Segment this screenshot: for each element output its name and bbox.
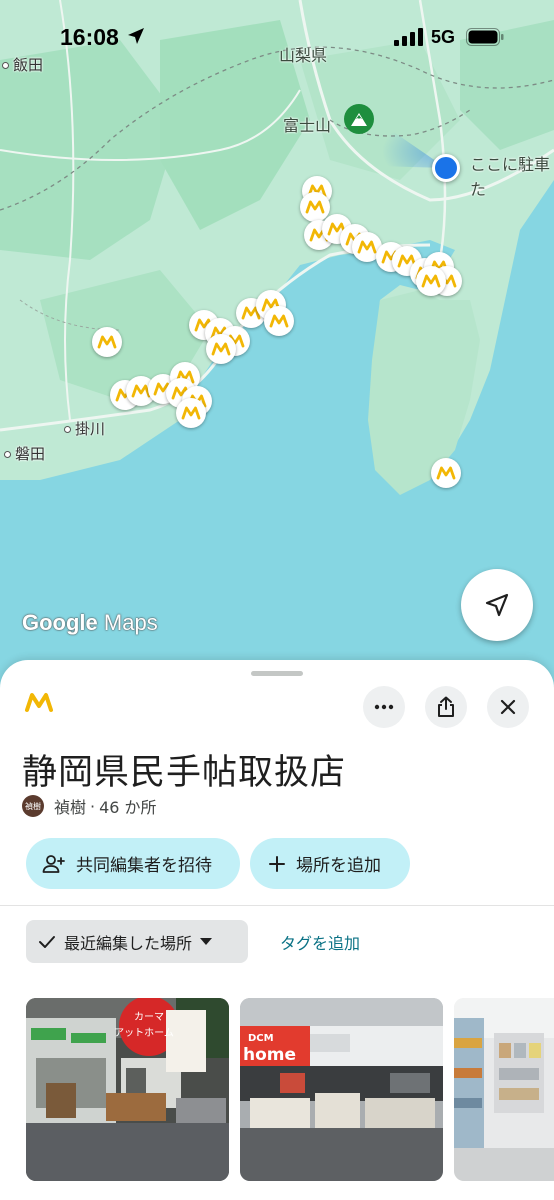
map-pin[interactable] [206, 334, 236, 364]
google-maps-logo: Google Maps [22, 610, 158, 635]
photo2-sign-home: home [243, 1045, 296, 1065]
cellular-signal-icon [394, 28, 424, 50]
list-bottom-sheet: 静岡県民手帖取扱店 禎樹 禎樹 · 46 か所 共同編集者を招待 場所を追加 最… [0, 660, 554, 1200]
share-button[interactable] [425, 686, 467, 728]
list-logo-icon [24, 690, 54, 720]
avatar[interactable]: 禎樹 [22, 795, 44, 817]
place-photo-3[interactable] [454, 998, 554, 1181]
map-view[interactable]: 16:08 5G 飯田 山梨県 富士山 ここに駐車 た 掛川 磐田 Google… [0, 0, 554, 700]
map-label-kakegawa[interactable]: 掛川 [64, 418, 105, 439]
list-marker-icon [181, 406, 201, 420]
place-photo-2[interactable]: DCM home [240, 998, 443, 1181]
close-icon [500, 699, 516, 715]
photo2-sign-brand: DCM [248, 1033, 274, 1044]
navigate-button[interactable] [461, 569, 533, 641]
place-photo-1[interactable]: カーマ アットホーム [26, 998, 229, 1181]
map-label-fujisan[interactable]: 富士山 [283, 112, 331, 136]
list-marker-icon [305, 200, 325, 214]
check-icon [39, 935, 55, 948]
plus-icon [269, 855, 285, 872]
map-pin[interactable] [176, 398, 206, 428]
map-label-iwata[interactable]: 磐田 [4, 443, 45, 464]
share-icon [438, 696, 454, 717]
map-label-parking-1[interactable]: ここに駐車 [470, 151, 550, 175]
invite-collaborators-button[interactable]: 共同編集者を招待 [26, 838, 240, 889]
list-title: 静岡県民手帖取扱店 [22, 753, 347, 793]
photo1-sign-1: カーマ [134, 1011, 164, 1023]
map-label-parking-2[interactable]: た [470, 176, 486, 200]
owner-name: 禎樹 [54, 798, 87, 817]
status-time: 16:08 [60, 24, 119, 50]
map-pin[interactable] [264, 306, 294, 336]
more-options-button[interactable] [363, 686, 405, 728]
invite-label: 共同編集者を招待 [76, 856, 212, 876]
map-pin[interactable] [431, 458, 461, 488]
place-count: 46 か所 [99, 798, 157, 817]
battery-icon [466, 28, 504, 50]
current-location-dot [432, 154, 460, 182]
meta-separator: · [90, 796, 96, 816]
add-person-icon [42, 854, 65, 873]
sort-dropdown[interactable]: 最近編集した場所 [26, 920, 248, 963]
list-marker-icon [421, 274, 441, 288]
add-place-button[interactable]: 場所を追加 [250, 838, 410, 889]
location-arrow-icon [126, 26, 146, 50]
section-divider [0, 905, 554, 906]
list-marker-icon [211, 342, 231, 356]
map-pin[interactable] [416, 266, 446, 296]
mountain-icon[interactable] [344, 104, 374, 134]
map-pin[interactable] [92, 327, 122, 357]
list-marker-icon [436, 466, 456, 480]
list-marker-icon [269, 314, 289, 328]
sheet-drag-handle[interactable] [251, 671, 303, 676]
sort-label: 最近編集した場所 [64, 933, 193, 953]
add-tag-link[interactable]: タグを追加 [280, 930, 360, 954]
network-type: 5G [431, 27, 456, 47]
list-marker-icon [357, 240, 377, 254]
list-meta: 禎樹 禎樹 · 46 か所 [22, 794, 157, 818]
more-icon [374, 704, 394, 710]
dropdown-icon [200, 937, 213, 945]
list-marker-icon [97, 335, 117, 349]
close-button[interactable] [487, 686, 529, 728]
navigation-arrow-icon [485, 593, 509, 617]
photo1-sign-2: アットホーム [114, 1027, 174, 1039]
status-bar: 16:08 5G [0, 0, 554, 76]
add-place-label: 場所を追加 [296, 856, 381, 876]
